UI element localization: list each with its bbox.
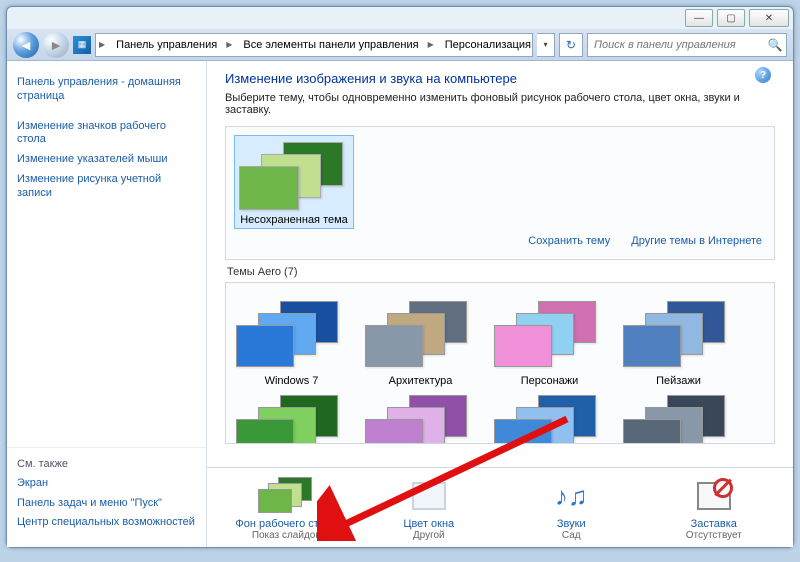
- crumb-1[interactable]: Все элементы панели управления: [235, 34, 424, 56]
- main-panel: ? Изменение изображения и звука на компь…: [207, 61, 793, 547]
- bottom-bar: Фон рабочего стола Показ слайдов Цвет ок…: [207, 467, 793, 547]
- theme-row2-3[interactable]: [621, 393, 736, 443]
- theme-label: Пейзажи: [621, 375, 736, 387]
- breadcrumb[interactable]: ▶ Панель управления ▶ Все элементы панел…: [95, 33, 533, 57]
- chevron-right-icon: ▶: [223, 40, 235, 49]
- window-color-button[interactable]: Цвет окна Другой: [369, 476, 489, 541]
- desktop-background-button[interactable]: Фон рабочего стола Показ слайдов: [226, 476, 346, 541]
- screensaver-icon: [697, 482, 731, 510]
- sidebar-see-also: См. также Экран Панель задач и меню "Пус…: [7, 447, 206, 547]
- sounds-icon: ♪♫: [511, 476, 631, 516]
- title-bar: — ▢ ✕: [7, 7, 793, 29]
- control-panel-icon: ▦: [73, 36, 91, 54]
- refresh-button[interactable]: ↻: [559, 33, 583, 57]
- window-frame: — ▢ ✕ ◄ ► ▦ ▶ Панель управления ▶ Все эл…: [6, 6, 794, 548]
- see-also-taskbar[interactable]: Панель задач и меню "Пуск": [17, 494, 196, 514]
- sidebar-home[interactable]: Панель управления - домашняя страница: [17, 73, 196, 107]
- theme-label: Персонажи: [492, 375, 607, 387]
- page-description: Выберите тему, чтобы одновременно измени…: [225, 92, 775, 116]
- screensaver-button[interactable]: Заставка Отсутствует: [654, 476, 774, 541]
- crumb-2[interactable]: Персонализация: [437, 34, 533, 56]
- theme-row2-0[interactable]: [234, 393, 349, 443]
- sidebar-account-picture[interactable]: Изменение рисунка учетной записи: [17, 170, 196, 204]
- chevron-right-icon: ▶: [425, 40, 437, 49]
- aero-themes-box: Windows 7 Архитектура Персонажи Пей: [225, 282, 775, 444]
- close-button[interactable]: ✕: [749, 9, 789, 27]
- forward-button[interactable]: ►: [43, 32, 69, 58]
- label: Цвет окна: [369, 518, 489, 530]
- theme-links: Сохранить тему Другие темы в Интернете: [234, 229, 766, 251]
- see-also-display[interactable]: Экран: [17, 474, 196, 494]
- minimize-button[interactable]: —: [685, 9, 713, 27]
- more-themes-link[interactable]: Другие темы в Интернете: [631, 235, 762, 247]
- aero-themes-heading: Темы Aero (7): [227, 266, 775, 278]
- label: Заставка: [654, 518, 774, 530]
- theme-row2-1[interactable]: [363, 393, 478, 443]
- theme-unsaved[interactable]: Несохраненная тема: [234, 135, 354, 229]
- see-also-heading: См. также: [17, 458, 196, 470]
- maximize-button[interactable]: ▢: [717, 9, 745, 27]
- sidebar: Панель управления - домашняя страница Из…: [7, 61, 207, 547]
- search-icon[interactable]: 🔍: [764, 38, 786, 52]
- sublabel: Другой: [369, 530, 489, 541]
- label: Фон рабочего стола: [226, 518, 346, 530]
- theme-architecture[interactable]: Архитектура: [363, 299, 478, 387]
- search-box[interactable]: 🔍: [587, 33, 787, 57]
- my-themes-box: Несохраненная тема Сохранить тему Другие…: [225, 126, 775, 260]
- save-theme-link[interactable]: Сохранить тему: [528, 235, 610, 247]
- see-also-ease-of-access[interactable]: Центр специальных возможностей: [17, 513, 196, 533]
- sublabel: Показ слайдов: [226, 530, 346, 541]
- theme-thumb-stack: [239, 140, 349, 210]
- content-scroll[interactable]: Изменение изображения и звука на компьют…: [207, 61, 793, 467]
- sublabel: Сад: [511, 530, 631, 541]
- window-color-icon: [412, 482, 446, 510]
- page-title: Изменение изображения и звука на компьют…: [225, 71, 775, 86]
- sidebar-desktop-icons[interactable]: Изменение значков рабочего стола: [17, 117, 196, 151]
- theme-label: Архитектура: [363, 375, 478, 387]
- label: Звуки: [511, 518, 631, 530]
- crumb-0[interactable]: Панель управления: [108, 34, 223, 56]
- sidebar-mouse-pointers[interactable]: Изменение указателей мыши: [17, 150, 196, 170]
- sublabel: Отсутствует: [654, 530, 774, 541]
- sidebar-top: Панель управления - домашняя страница Из…: [7, 61, 206, 215]
- desktop-bg-icon: [258, 477, 314, 515]
- theme-label: Несохраненная тема: [237, 214, 351, 226]
- address-dropdown[interactable]: ▾: [537, 33, 555, 57]
- theme-label: Windows 7: [234, 375, 349, 387]
- theme-characters[interactable]: Персонажи: [492, 299, 607, 387]
- theme-row2-2[interactable]: [492, 393, 607, 443]
- search-input[interactable]: [588, 39, 764, 51]
- chevron-right-icon: ▶: [96, 40, 108, 49]
- theme-landscapes[interactable]: Пейзажи: [621, 299, 736, 387]
- address-bar: ◄ ► ▦ ▶ Панель управления ▶ Все элементы…: [7, 29, 793, 61]
- theme-windows7[interactable]: Windows 7: [234, 299, 349, 387]
- help-icon[interactable]: ?: [755, 67, 771, 83]
- back-button[interactable]: ◄: [13, 32, 39, 58]
- body: Панель управления - домашняя страница Из…: [7, 61, 793, 547]
- sounds-button[interactable]: ♪♫ Звуки Сад: [511, 476, 631, 541]
